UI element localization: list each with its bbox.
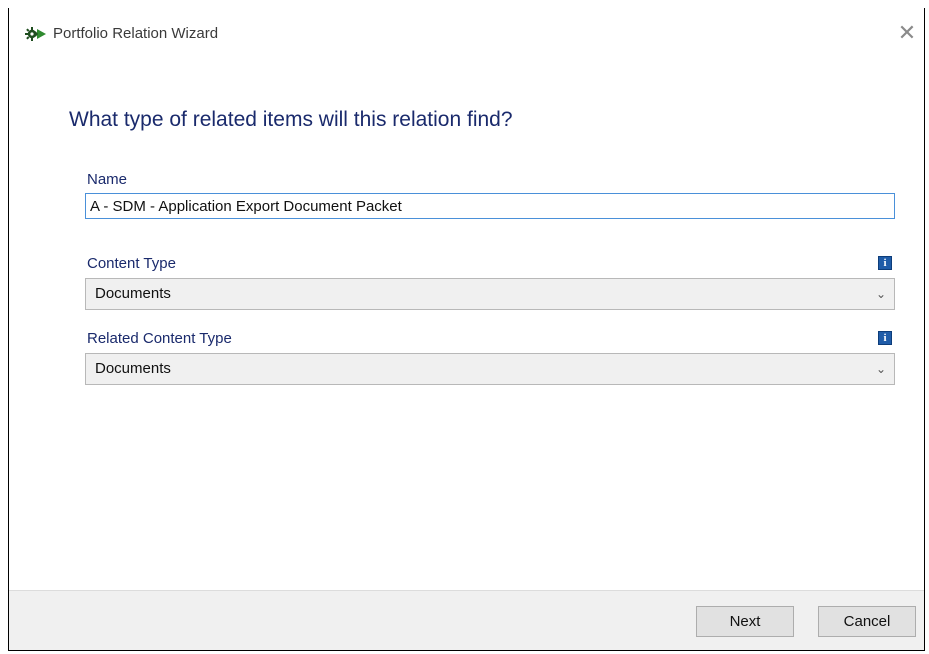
name-label: Name	[87, 171, 128, 188]
close-icon[interactable]: ✕	[892, 18, 922, 48]
related-content-type-select[interactable]: Documents ⌄	[85, 353, 895, 385]
name-input[interactable]	[85, 193, 895, 219]
page-heading: What type of related items will this rel…	[69, 108, 513, 131]
content-type-info-icon[interactable]: i	[878, 256, 892, 270]
button-bar: Next Cancel	[9, 590, 924, 650]
related-content-type-label: Related Content Type	[87, 330, 232, 347]
next-button[interactable]: Next	[696, 606, 794, 637]
chevron-down-icon: ⌄	[875, 287, 886, 301]
title-bar[interactable]: Portfolio Relation Wizard ✕	[9, 8, 924, 60]
content-type-select[interactable]: Documents ⌄	[85, 278, 895, 310]
related-content-type-info-icon[interactable]: i	[878, 331, 892, 345]
cancel-button[interactable]: Cancel	[818, 606, 916, 637]
content-type-label: Content Type	[87, 255, 176, 272]
wizard-window: Portfolio Relation Wizard ✕ What type of…	[0, 0, 929, 654]
chevron-down-icon: ⌄	[875, 362, 886, 376]
gear-arrows-icon	[25, 26, 47, 42]
content-type-selected-value: Documents	[95, 285, 171, 302]
related-content-type-selected-value: Documents	[95, 360, 171, 377]
window-title: Portfolio Relation Wizard	[53, 25, 219, 42]
